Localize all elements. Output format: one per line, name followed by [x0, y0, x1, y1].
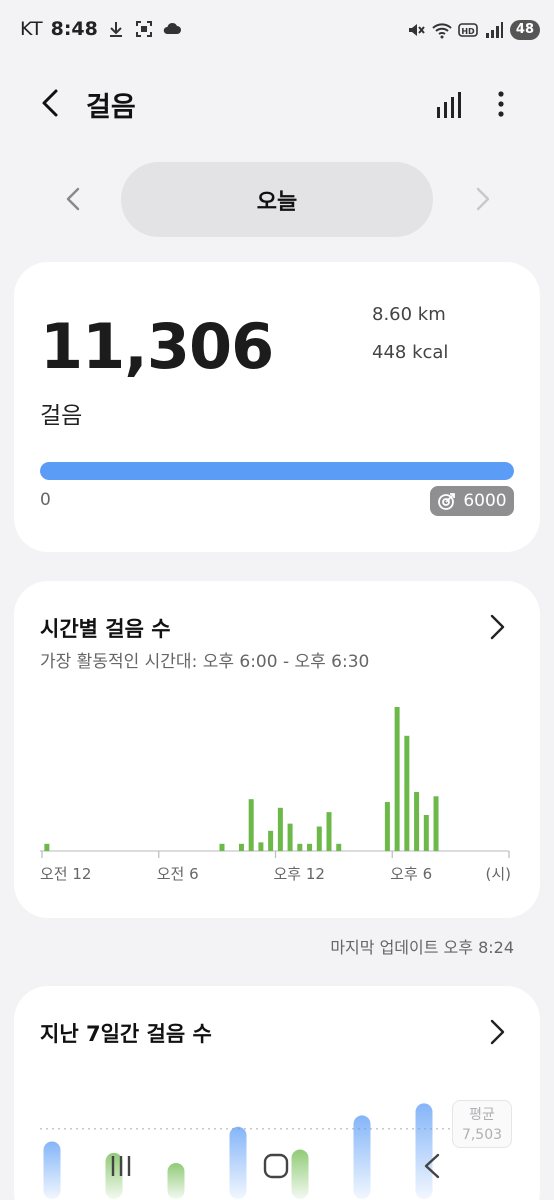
hourly-bar [219, 843, 225, 851]
home-icon[interactable] [262, 1152, 290, 1180]
hourly-bar [384, 802, 390, 851]
hourly-bar [336, 843, 342, 851]
x-tick-label: 오후 6 [390, 865, 432, 883]
x-tick-label: 오후 12 [274, 865, 325, 883]
calories-value: 448 kcal [372, 342, 449, 363]
hourly-bar [307, 843, 313, 851]
goal-value: 6000 [463, 491, 507, 511]
step-unit-label: 걸음 [40, 403, 83, 429]
x-tick-label: 오전 6 [157, 865, 199, 883]
hourly-steps-chart: 오전 12 오전 6 오후 12 오후 6 (시) [40, 707, 511, 883]
hourly-bar [238, 843, 244, 851]
signal-icon [485, 22, 503, 38]
carrier-label: KT [20, 18, 43, 40]
hourly-bar [316, 826, 322, 851]
x-tick-label: 오전 12 [40, 865, 91, 883]
mute-icon [408, 24, 425, 36]
target-icon [438, 493, 456, 510]
recent-apps-icon[interactable] [106, 1152, 136, 1180]
most-active-time: 가장 활동적인 시간대: 오후 6:00 - 오후 6:30 [40, 652, 370, 672]
hourly-bar [248, 799, 254, 851]
back-icon[interactable] [34, 85, 68, 121]
step-count: 11,306 [40, 310, 274, 383]
average-badge: 평균 7,503 [452, 1100, 512, 1148]
last-update-label: 마지막 업데이트 오후 8:24 [330, 938, 514, 957]
x-unit-label: (시) [485, 865, 511, 883]
hourly-card-title: 시간별 걸음 수 [40, 617, 171, 641]
chevron-right-icon[interactable] [468, 182, 496, 216]
download-icon [109, 22, 122, 37]
status-right: HD 48 [406, 20, 540, 40]
hourly-bar [326, 812, 332, 851]
chevron-right-icon[interactable] [488, 1016, 508, 1048]
distance-value: 8.60 km [372, 304, 446, 325]
clock: 8:48 [50, 18, 98, 40]
hourly-bar [277, 807, 283, 851]
step-progress-bar [40, 462, 514, 480]
steps-summary-card: 11,306 걸음 8.60 km 448 kcal 0 6000 [14, 262, 540, 552]
hourly-bar [433, 796, 439, 851]
hourly-bar [394, 707, 400, 851]
hourly-bar [44, 843, 50, 851]
screenshot-icon [135, 21, 152, 37]
step-progress-fill [40, 462, 514, 480]
progress-min-label: 0 [40, 490, 51, 510]
date-selector[interactable]: 오늘 [121, 162, 433, 237]
hourly-bar [268, 830, 274, 851]
hd-icon: HD [458, 23, 478, 37]
app-bar: 걸음 [0, 75, 554, 131]
date-navigator: 오늘 [0, 162, 554, 238]
cloud-icon [163, 22, 181, 34]
wifi-icon [432, 23, 452, 39]
hourly-bar [258, 842, 264, 851]
hourly-bar [414, 791, 420, 851]
svg-text:HD: HD [461, 27, 475, 36]
hourly-bar [423, 815, 429, 851]
chevron-right-icon[interactable] [488, 611, 508, 643]
status-left: KT 8:48 [20, 18, 182, 40]
chevron-left-icon[interactable] [60, 182, 88, 216]
weekly-card-title: 지난 7일간 걸음 수 [40, 1022, 212, 1046]
system-nav-bar [0, 1142, 554, 1200]
hourly-bar [297, 843, 303, 851]
bar-chart-icon[interactable] [433, 89, 465, 121]
average-label: 평균 [469, 1107, 495, 1123]
hourly-bar [287, 823, 293, 851]
goal-badge[interactable]: 6000 [430, 486, 514, 516]
more-vertical-icon[interactable] [490, 89, 512, 121]
battery-indicator: 48 [509, 20, 540, 40]
hourly-bar [404, 735, 410, 851]
status-bar: KT 8:48 HD 48 [0, 0, 554, 62]
hourly-steps-card[interactable]: 시간별 걸음 수 가장 활동적인 시간대: 오후 6:00 - 오후 6:30 … [14, 581, 540, 918]
back-icon[interactable] [420, 1150, 444, 1182]
page-title: 걸음 [86, 92, 136, 123]
